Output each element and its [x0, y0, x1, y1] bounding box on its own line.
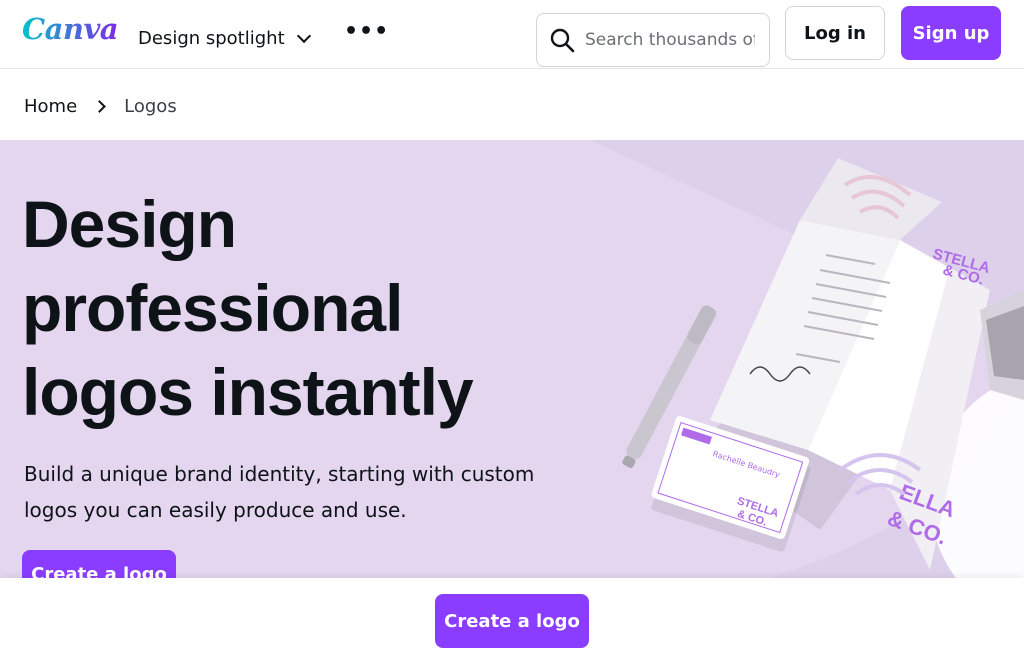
more-options-icon[interactable]: •••: [344, 21, 389, 43]
signup-button[interactable]: Sign up: [901, 6, 1001, 60]
canva-logo[interactable]: Canva: [22, 12, 119, 46]
hero-section: Design professional logos instantly Buil…: [0, 140, 1024, 578]
hero-create-logo-button[interactable]: Create a logo: [22, 550, 176, 578]
sticky-cta-bar: Create a logo: [0, 578, 1024, 663]
sticky-create-logo-button[interactable]: Create a logo: [435, 594, 589, 648]
chevron-right-icon: [93, 100, 107, 113]
breadcrumb: Home Logos: [24, 96, 177, 117]
design-spotlight-menu[interactable]: Design spotlight: [138, 28, 311, 49]
top-nav-bar: Canva Design spotlight ••• Log in Sign u…: [0, 0, 1024, 69]
breadcrumb-home[interactable]: Home: [24, 96, 77, 117]
chevron-down-icon: [296, 28, 311, 43]
design-spotlight-label: Design spotlight: [138, 28, 285, 49]
login-button[interactable]: Log in: [785, 6, 885, 60]
search-icon: [550, 28, 575, 53]
page-title: Design professional logos instantly: [22, 187, 474, 429]
stationery-mockup-image: STELLA & CO. ELLA & CO. Rachelle Beaudry…: [590, 140, 1024, 578]
hero-subtitle: Build a unique brand identity, starting …: [24, 462, 535, 522]
search-box[interactable]: [536, 13, 770, 67]
breadcrumb-current: Logos: [124, 96, 177, 117]
search-input[interactable]: [585, 30, 755, 50]
